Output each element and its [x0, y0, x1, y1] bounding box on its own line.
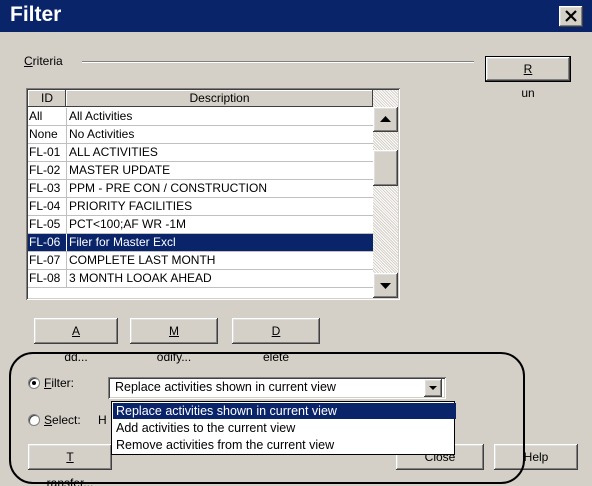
row-id: FL-04	[29, 199, 61, 213]
table-row[interactable]: FL-08 3 MONTH LOOAK AHEAD	[28, 270, 373, 288]
close-window-button[interactable]	[559, 6, 583, 27]
criteria-label-rest: riteria	[32, 54, 63, 68]
row-description: 3 MONTH LOOAK AHEAD	[69, 271, 212, 285]
cell-divider	[66, 180, 67, 197]
title-bar: Filter	[0, 0, 592, 32]
row-description: Filer for Master Excl	[69, 235, 176, 249]
row-id: FL-02	[29, 163, 61, 177]
cell-divider	[66, 108, 67, 125]
table-row[interactable]: None No Activities	[28, 126, 373, 144]
scroll-down-button[interactable]	[373, 273, 398, 298]
delete-button-accel: D	[271, 324, 281, 338]
row-id: FL-07	[29, 253, 61, 267]
row-description: PRIORITY FACILITIES	[69, 199, 193, 213]
table-row[interactable]: FL-04 PRIORITY FACILITIES	[28, 198, 373, 216]
modify-button-accel: M	[169, 324, 179, 338]
row-description: ALL ACTIVITIES	[69, 145, 158, 159]
row-description: All Activities	[69, 109, 133, 123]
cell-divider	[66, 162, 67, 179]
row-id: FL-06	[29, 235, 61, 249]
criteria-label-accel: C	[24, 54, 33, 68]
table-row[interactable]: FL-05 PCT<100;AF WR -1M	[28, 216, 373, 234]
delete-button[interactable]: Delete	[232, 318, 320, 364]
modify-button[interactable]: Modify...	[130, 318, 218, 364]
row-id: All	[29, 109, 43, 123]
table-row[interactable]: All All Activities	[28, 108, 373, 126]
scroll-up-button[interactable]	[373, 107, 398, 132]
cell-divider	[66, 126, 67, 143]
arrow-down-icon	[380, 283, 391, 289]
add-button-accel: A	[71, 324, 80, 338]
cell-divider	[66, 144, 67, 161]
window-title: Filter	[10, 3, 62, 26]
row-id: FL-03	[29, 181, 61, 195]
highlight-outline	[9, 352, 525, 484]
table-row[interactable]: FL-07 COMPLETE LAST MONTH	[28, 252, 373, 270]
criteria-label: Criteria	[24, 54, 63, 68]
add-button[interactable]: Add...	[34, 318, 118, 364]
row-id: FL-01	[29, 145, 61, 159]
filter-table[interactable]: ID Description All All Activities None N…	[26, 88, 400, 300]
vertical-scrollbar[interactable]	[373, 90, 398, 298]
filter-dialog: Filter Criteria Run ID Description All A…	[0, 0, 592, 486]
table-row[interactable]: FL-01 ALL ACTIVITIES	[28, 144, 373, 162]
cell-divider	[66, 216, 67, 233]
table-row[interactable]: FL-03 PPM - PRE CON / CONSTRUCTION	[28, 180, 373, 198]
cell-divider	[66, 270, 67, 287]
run-button-accel: R	[523, 62, 533, 76]
criteria-divider	[82, 61, 474, 63]
row-id: None	[29, 127, 58, 141]
row-id: FL-08	[29, 271, 61, 285]
row-id: FL-05	[29, 217, 61, 231]
row-description: PCT<100;AF WR -1M	[69, 217, 187, 231]
table-row-selected[interactable]: FL-06 Filer for Master Excl	[28, 234, 373, 252]
column-header-id[interactable]: ID	[28, 90, 66, 107]
column-header-description[interactable]: Description	[66, 90, 373, 107]
scroll-thumb[interactable]	[373, 150, 398, 186]
run-button-rest: un	[521, 86, 535, 100]
row-description: COMPLETE LAST MONTH	[69, 253, 216, 267]
close-icon	[565, 10, 577, 22]
row-description: MASTER UPDATE	[69, 163, 171, 177]
row-description: PPM - PRE CON / CONSTRUCTION	[69, 181, 268, 195]
cell-divider	[66, 198, 67, 215]
cell-divider	[66, 234, 67, 251]
cell-divider	[66, 252, 67, 269]
row-description: No Activities	[69, 127, 135, 141]
table-row[interactable]: FL-02 MASTER UPDATE	[28, 162, 373, 180]
run-button[interactable]: Run	[485, 56, 571, 100]
arrow-up-icon	[380, 116, 391, 122]
